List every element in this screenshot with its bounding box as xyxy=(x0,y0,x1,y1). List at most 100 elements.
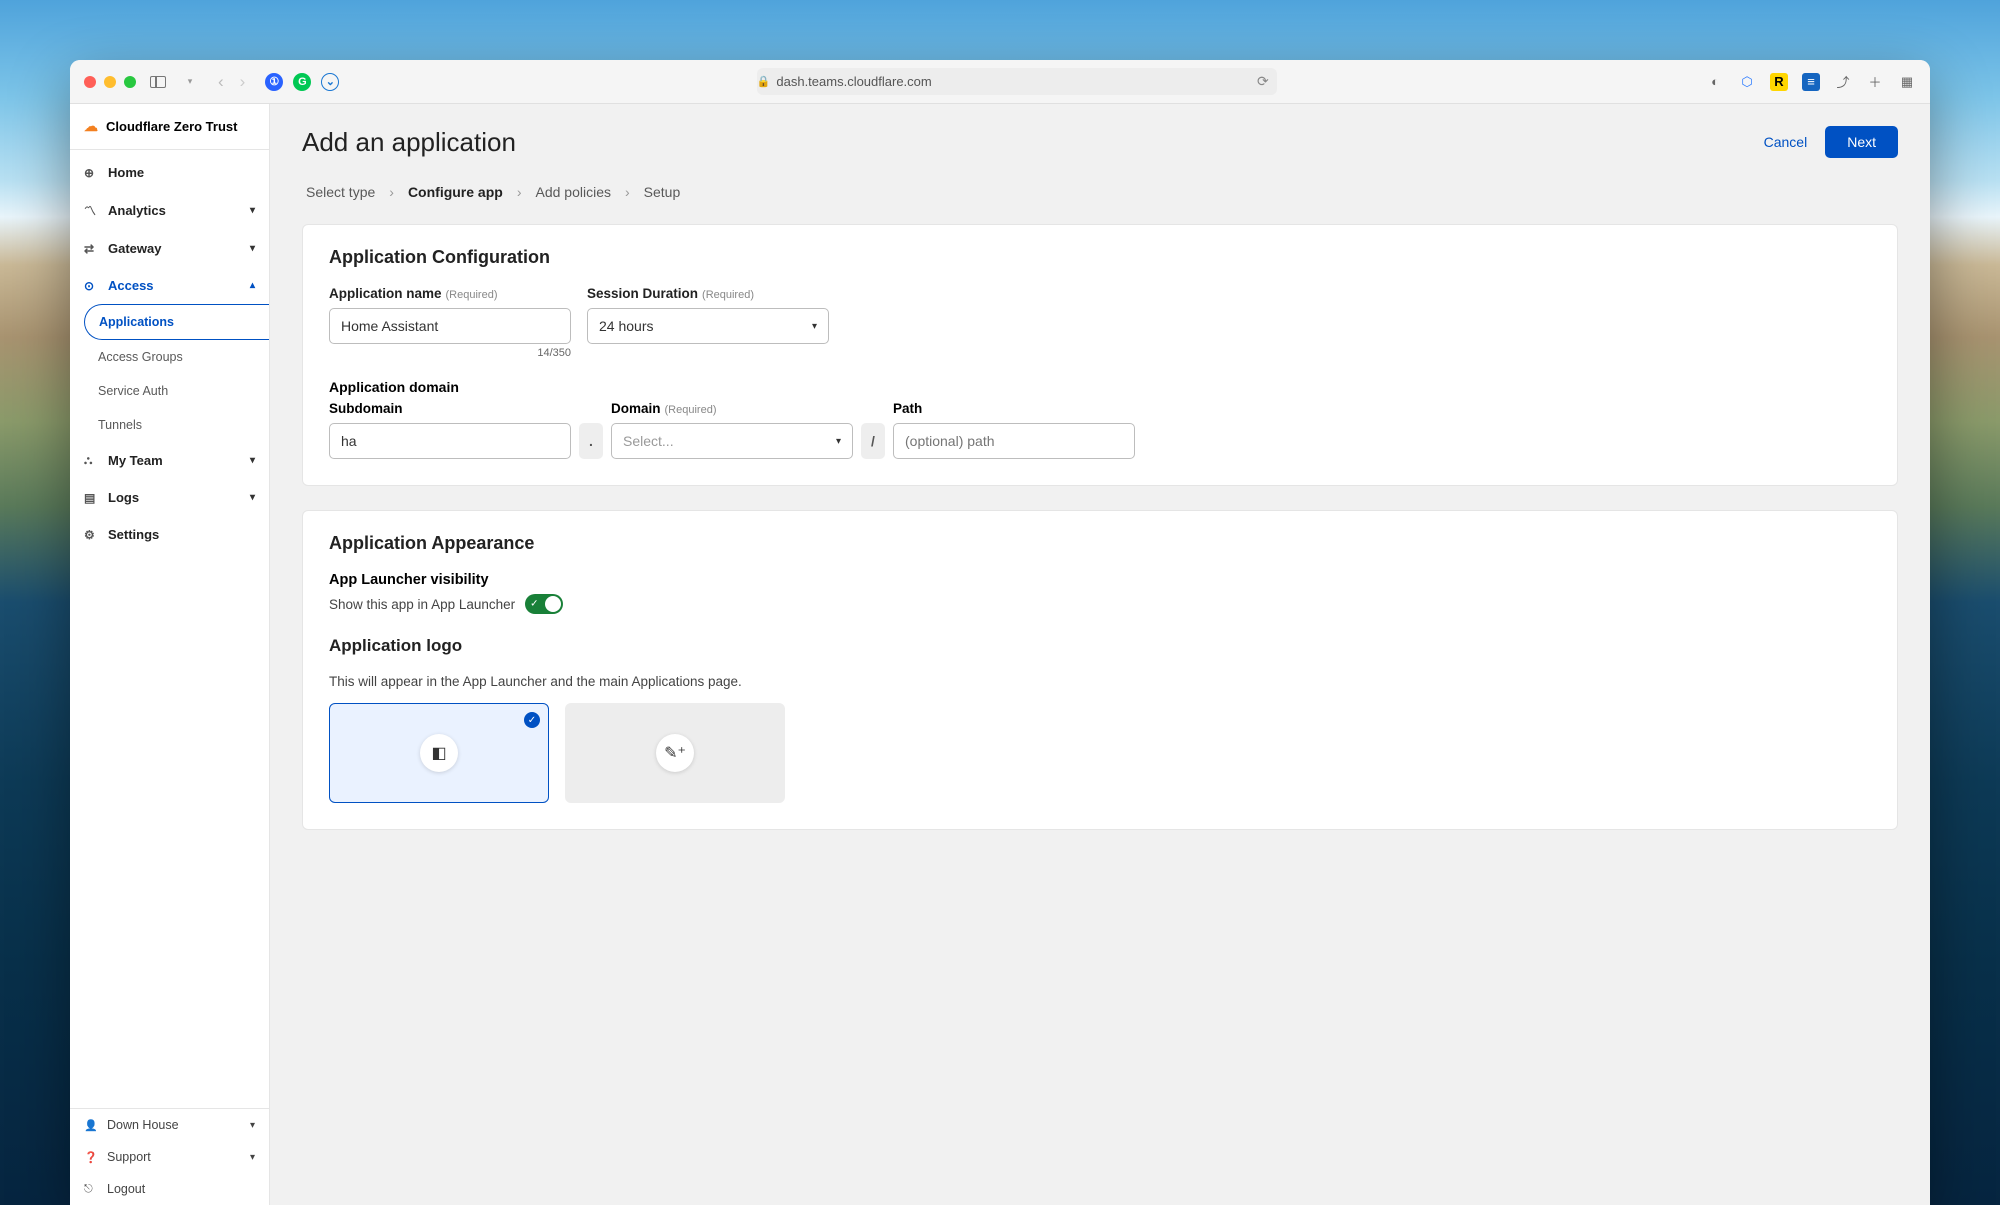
logo-option-custom[interactable]: ✎⁺ xyxy=(565,703,785,803)
chevron-down-icon[interactable]: ▾ xyxy=(180,72,200,92)
sidebar-item-settings[interactable]: ⚙ Settings xyxy=(70,516,269,553)
extension-icon[interactable]: ≡ xyxy=(1802,73,1820,91)
new-tab-icon[interactable]: ＋ xyxy=(1866,73,1884,91)
caret-down-icon: ▾ xyxy=(250,243,255,254)
close-window[interactable] xyxy=(84,76,96,88)
globe-icon: ⊕ xyxy=(84,166,98,180)
sidebar-item-home[interactable]: ⊕ Home xyxy=(70,154,269,191)
sidebar-item-access[interactable]: ⊙ Access ▴ xyxy=(70,267,269,304)
logout-link[interactable]: ⎋ Logout xyxy=(70,1173,269,1205)
config-heading: Application Configuration xyxy=(329,247,1871,268)
sidebar: ☁ Cloudflare Zero Trust ⊕ Home 〽 Analyti… xyxy=(70,104,270,1205)
sidebar-item-logs[interactable]: ▤ Logs ▾ xyxy=(70,479,269,516)
gear-icon: ⚙ xyxy=(84,528,98,542)
breadcrumb: Select type › Configure app › Add polici… xyxy=(302,184,1898,200)
path-input[interactable] xyxy=(893,423,1135,459)
crumb-configure-app: Configure app xyxy=(408,184,503,200)
access-icon: ⊙ xyxy=(84,279,98,293)
main-content: Add an application Cancel Next Select ty… xyxy=(270,104,1930,1205)
back-button[interactable]: ‹ xyxy=(218,72,224,92)
maximize-window[interactable] xyxy=(124,76,136,88)
sub-item-access-groups[interactable]: Access Groups xyxy=(70,340,269,374)
browser-toolbar: ▾ ‹ › ① G ⌄ 🔒 dash.teams.cloudflare.com … xyxy=(70,60,1930,104)
path-label: Path xyxy=(893,401,1135,416)
url-text: dash.teams.cloudflare.com xyxy=(776,74,931,89)
slash-separator: / xyxy=(861,423,885,459)
app-domain-heading: Application domain xyxy=(329,379,1871,395)
extension-icon[interactable]: ① xyxy=(265,73,283,91)
share-icon[interactable]: ⤴ xyxy=(1834,73,1852,91)
extension-r-icon[interactable]: R xyxy=(1770,73,1788,91)
char-counter: 14/350 xyxy=(329,347,571,359)
chevron-down-icon: ▾ xyxy=(836,436,841,447)
minimize-window[interactable] xyxy=(104,76,116,88)
subdomain-input[interactable] xyxy=(329,423,571,459)
visibility-label: App Launcher visibility xyxy=(329,572,1871,588)
analytics-icon: 〽 xyxy=(84,202,98,219)
chevron-down-icon: ▾ xyxy=(812,321,817,332)
page-header: Add an application Cancel Next xyxy=(302,126,1898,158)
custom-logo-icon: ✎⁺ xyxy=(656,734,694,772)
forward-button[interactable]: › xyxy=(240,72,246,92)
tabs-icon[interactable]: ▦ xyxy=(1898,73,1916,91)
app-config-card: Application Configuration Application na… xyxy=(302,224,1898,486)
domain-select[interactable]: Select... ▾ xyxy=(611,423,853,459)
sub-item-applications[interactable]: Applications xyxy=(84,304,269,340)
sidebar-toggle-button[interactable] xyxy=(148,72,168,92)
caret-down-icon: ▾ xyxy=(250,1152,255,1163)
logo-option-default[interactable]: ✓ ◧ xyxy=(329,703,549,803)
appearance-heading: Application Appearance xyxy=(329,533,1871,554)
sub-item-tunnels[interactable]: Tunnels xyxy=(70,408,269,442)
team-icon: ⛬ xyxy=(84,453,98,468)
page-title: Add an application xyxy=(302,127,516,158)
sidebar-item-my-team[interactable]: ⛬ My Team ▾ xyxy=(70,442,269,479)
visibility-desc: Show this app in App Launcher xyxy=(329,597,515,612)
sidebar-item-analytics[interactable]: 〽 Analytics ▾ xyxy=(70,191,269,230)
logo-heading: Application logo xyxy=(329,636,1871,656)
sidebar-footer: 👤 Down House ▾ ❓ Support ▾ ⎋ Logout xyxy=(70,1108,269,1205)
cloudflare-logo-icon: ☁ xyxy=(84,118,98,135)
visibility-toggle[interactable]: ✓ xyxy=(525,594,563,614)
window-controls xyxy=(84,76,136,88)
subdomain-label: Subdomain xyxy=(329,401,571,416)
crumb-add-policies: Add policies xyxy=(536,184,612,200)
crumb-select-type[interactable]: Select type xyxy=(306,184,375,200)
check-icon: ✓ xyxy=(530,599,538,610)
session-duration-label: Session Duration(Required) xyxy=(587,286,829,301)
account-switcher[interactable]: 👤 Down House ▾ xyxy=(70,1109,269,1141)
sidebar-item-gateway[interactable]: ⇄ Gateway ▾ xyxy=(70,230,269,267)
caret-up-icon: ▴ xyxy=(250,280,255,291)
extension-icon[interactable]: G xyxy=(293,73,311,91)
refresh-icon[interactable]: ⟳ xyxy=(1257,73,1269,90)
url-bar[interactable]: 🔒 dash.teams.cloudflare.com ⟳ xyxy=(757,68,1277,95)
logs-icon: ▤ xyxy=(84,491,98,505)
caret-down-icon: ▾ xyxy=(250,455,255,466)
next-button[interactable]: Next xyxy=(1825,126,1898,158)
user-icon: 👤 xyxy=(84,1119,97,1132)
default-logo-icon: ◧ xyxy=(420,734,458,772)
access-submenu: Applications Access Groups Service Auth … xyxy=(70,304,269,442)
app-name-label: Application name(Required) xyxy=(329,286,571,301)
app-name-input[interactable] xyxy=(329,308,571,344)
shield-icon[interactable]: ◐ xyxy=(1706,73,1724,91)
domain-label: Domain(Required) xyxy=(611,401,853,416)
lock-icon: 🔒 xyxy=(757,75,771,88)
app-appearance-card: Application Appearance App Launcher visi… xyxy=(302,510,1898,830)
gateway-icon: ⇄ xyxy=(84,242,98,256)
extension-icon[interactable]: ⌄ xyxy=(321,73,339,91)
support-link[interactable]: ❓ Support ▾ xyxy=(70,1141,269,1173)
brand-text: Cloudflare Zero Trust xyxy=(106,119,237,134)
session-duration-select[interactable]: 24 hours ▾ xyxy=(587,308,829,344)
caret-down-icon: ▾ xyxy=(250,492,255,503)
sub-item-service-auth[interactable]: Service Auth xyxy=(70,374,269,408)
cube-icon[interactable]: ⬡ xyxy=(1738,73,1756,91)
brand[interactable]: ☁ Cloudflare Zero Trust xyxy=(70,104,269,150)
browser-window: ▾ ‹ › ① G ⌄ 🔒 dash.teams.cloudflare.com … xyxy=(70,60,1930,1205)
dot-separator: . xyxy=(579,423,603,459)
help-icon: ❓ xyxy=(84,1151,97,1164)
crumb-setup: Setup xyxy=(644,184,681,200)
selected-check-icon: ✓ xyxy=(524,712,540,728)
cancel-button[interactable]: Cancel xyxy=(1764,134,1808,150)
caret-down-icon: ▾ xyxy=(250,205,255,216)
app: ☁ Cloudflare Zero Trust ⊕ Home 〽 Analyti… xyxy=(70,104,1930,1205)
